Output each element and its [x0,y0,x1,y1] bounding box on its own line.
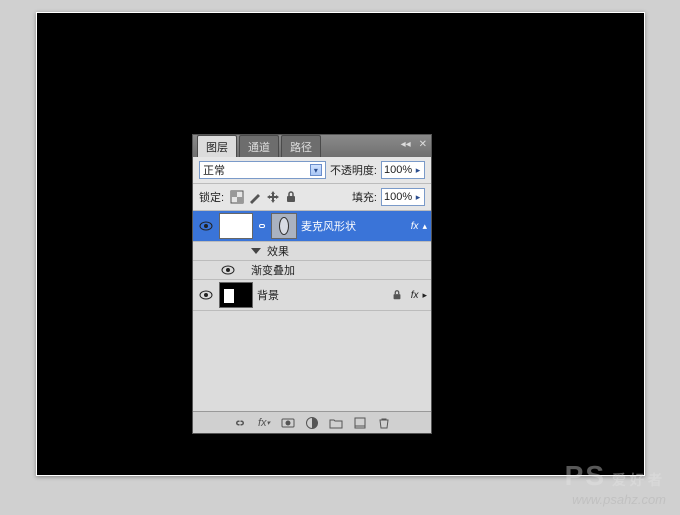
effects-header-row[interactable]: 效果 [193,242,431,261]
lock-fill-row: 锁定: 填充: 100% ▸ [193,184,431,211]
layer-name: 背景 [257,287,279,303]
lock-icons-group [230,190,298,204]
layers-list: 麦克风形状 fx ▴ 效果 渐变叠加 背景 fx [193,211,431,411]
watermark-logo-small: 爱好者 [612,472,666,488]
new-layer-icon[interactable] [353,416,367,430]
layer-thumb [219,282,253,308]
blend-mode-dropdown[interactable]: 正常 ▾ [199,161,326,179]
fill-label: 填充: [352,189,377,205]
tab-channels[interactable]: 通道 [239,135,279,157]
visibility-toggle[interactable] [221,263,235,277]
watermark-logo-big: PS [565,460,606,491]
fx-expand-icon[interactable]: ▴ [422,221,427,232]
blend-opacity-row: 正常 ▾ 不透明度: 100% ▸ [193,157,431,184]
layer-style-icon[interactable]: fx▾ [257,416,271,430]
fill-input[interactable]: 100% ▸ [381,188,425,206]
watermark-url: www.psahz.com [565,492,666,507]
lock-position-icon[interactable] [266,190,280,204]
link-icon [257,221,267,231]
lock-icon [391,289,403,301]
fill-value: 100% [384,191,412,203]
fx-indicator-icon[interactable]: fx [411,290,419,301]
layers-empty-space [193,311,431,411]
fx-indicator-icon[interactable]: fx [411,221,419,232]
lock-all-icon[interactable] [284,190,298,204]
chevron-down-icon: ▾ [310,164,322,176]
adjustment-layer-icon[interactable] [305,416,319,430]
fx-expand-icon[interactable]: ▸ [422,290,427,301]
fill-arrow-icon: ▸ [414,192,422,203]
panel-footer: fx▾ [193,411,431,433]
layers-panel: 图层 通道 路径 ◂◂ ✕ 正常 ▾ 不透明度: 100% ▸ 锁定: [192,134,432,434]
lock-label: 锁定: [199,189,224,205]
effect-name: 渐变叠加 [251,262,295,278]
panel-titlebar: 图层 通道 路径 ◂◂ ✕ [193,135,431,157]
link-layers-icon[interactable] [233,416,247,430]
close-icon[interactable]: ✕ [419,139,427,150]
delete-layer-icon[interactable] [377,416,391,430]
effect-row-gradient-overlay[interactable]: 渐变叠加 [193,261,431,280]
lock-pixels-icon[interactable] [248,190,262,204]
disclosure-icon [251,248,261,254]
layer-thumb [219,213,253,239]
watermark: PS 爱好者 www.psahz.com [565,460,666,507]
layer-row-shape[interactable]: 麦克风形状 fx ▴ [193,211,431,242]
visibility-toggle[interactable] [197,286,215,304]
layer-mask-icon[interactable] [281,416,295,430]
opacity-label: 不透明度: [330,162,377,178]
vector-mask-thumb [271,213,297,239]
layer-name: 麦克风形状 [301,218,356,234]
new-group-icon[interactable] [329,416,343,430]
visibility-toggle[interactable] [197,217,215,235]
tab-layers[interactable]: 图层 [197,135,237,157]
opacity-arrow-icon: ▸ [414,165,422,176]
effects-label: 效果 [267,243,289,259]
tab-paths[interactable]: 路径 [281,135,321,157]
layer-row-background[interactable]: 背景 fx ▸ [193,280,431,311]
lock-transparent-icon[interactable] [230,190,244,204]
collapse-icon[interactable]: ◂◂ [401,139,411,150]
blend-mode-value: 正常 [203,162,225,178]
opacity-input[interactable]: 100% ▸ [381,161,425,179]
opacity-value: 100% [384,164,412,176]
